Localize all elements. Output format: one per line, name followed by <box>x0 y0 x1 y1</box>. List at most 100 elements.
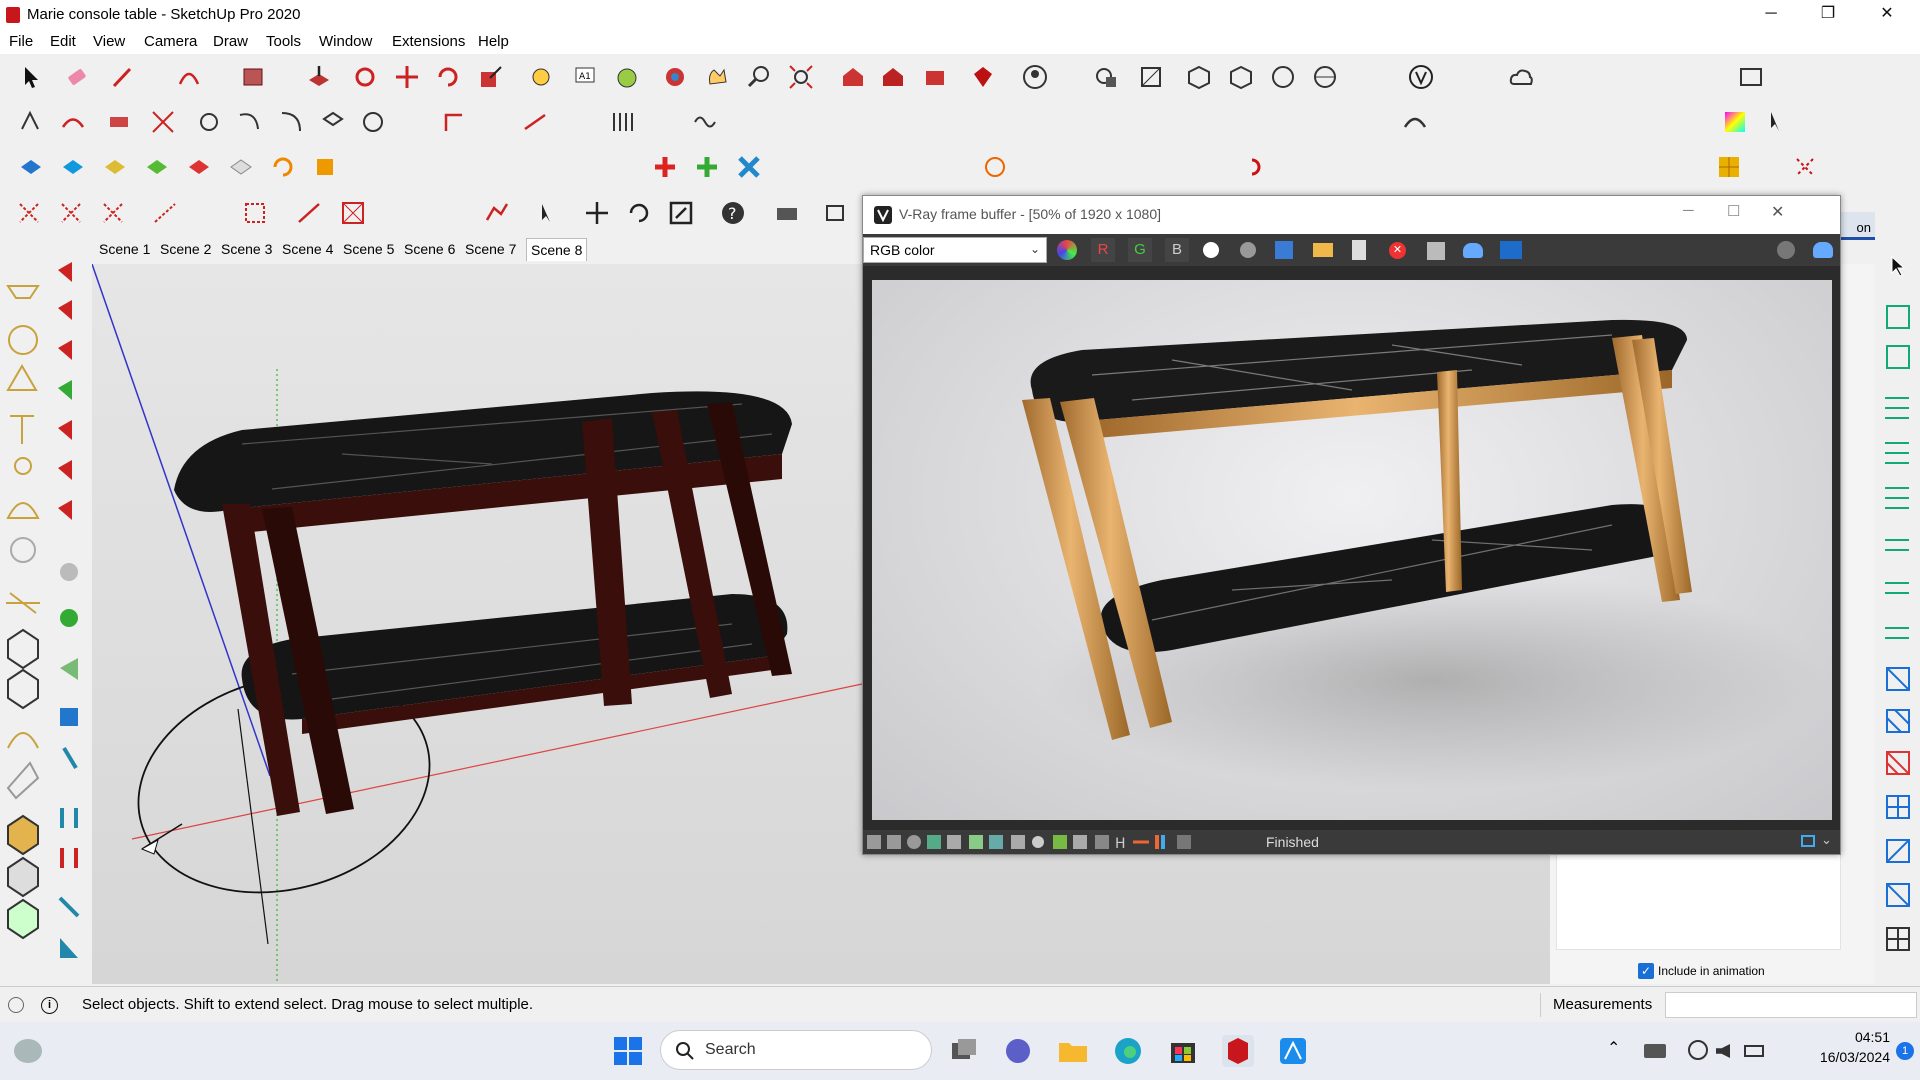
menu-tools[interactable]: Tools <box>266 33 301 50</box>
line-offset-icon[interactable] <box>522 109 548 135</box>
blue-channel-button[interactable]: B <box>1165 238 1189 262</box>
warehouse-icon[interactable] <box>840 64 866 90</box>
menu-camera[interactable]: Camera <box>144 33 197 50</box>
red-undo-icon[interactable] <box>1244 154 1270 180</box>
gear-shape-icon[interactable] <box>196 109 222 135</box>
geo-location-icon[interactable] <box>8 997 24 1013</box>
ms-store-icon[interactable] <box>1167 1035 1199 1067</box>
extension-warehouse-icon[interactable] <box>922 64 948 90</box>
tab-scene-3[interactable]: Scene 3 <box>221 241 272 257</box>
tab-scene-8[interactable]: Scene 8 <box>526 238 588 261</box>
split-tool-icon[interactable] <box>150 109 176 135</box>
tab-scene-2[interactable]: Scene 2 <box>160 241 211 257</box>
blue-x-icon[interactable] <box>736 154 762 180</box>
menu-help[interactable]: Help <box>478 33 509 50</box>
green-channel-button[interactable]: G <box>1128 238 1152 262</box>
grid-tool-icon[interactable] <box>610 109 636 135</box>
zoom-tool-icon[interactable] <box>746 64 772 90</box>
blue-app-icon[interactable] <box>1277 1035 1309 1067</box>
start-render-icon[interactable] <box>1813 242 1833 258</box>
dash-x2-icon[interactable] <box>58 200 84 226</box>
tray-tab[interactable]: on <box>1836 212 1875 240</box>
curve-bend-icon[interactable] <box>1402 109 1428 135</box>
refresh-icon[interactable] <box>626 200 652 226</box>
surface-tool-icon[interactable] <box>106 109 132 135</box>
yellow-grid-icon[interactable] <box>1716 154 1742 180</box>
vfb-expand-icon[interactable]: ⌄ <box>1821 832 1832 848</box>
include-animation-checkbox[interactable]: ✓ <box>1638 963 1654 979</box>
dash-x3-icon[interactable] <box>100 200 126 226</box>
share-model-icon[interactable] <box>880 64 906 90</box>
red-plus-icon[interactable] <box>652 154 678 180</box>
orange-box-icon[interactable] <box>312 154 338 180</box>
text-tool-icon[interactable]: A1 <box>572 64 598 90</box>
view-front-icon[interactable] <box>1270 64 1296 90</box>
scale-tool-icon[interactable] <box>478 64 504 90</box>
vfb-window-icon[interactable] <box>1738 64 1764 90</box>
ruby-icon[interactable] <box>970 64 996 90</box>
red-dots-icon[interactable] <box>1792 154 1818 180</box>
tab-scene-5[interactable]: Scene 5 <box>343 241 394 257</box>
menu-file[interactable]: File <box>9 33 33 50</box>
chevron-up-icon[interactable]: ⌃ <box>1607 1038 1620 1058</box>
view-iso-icon[interactable] <box>1186 64 1212 90</box>
volume-icon[interactable] <box>1716 1044 1730 1058</box>
section-plane-icon[interactable] <box>1138 64 1164 90</box>
path-tool-icon[interactable] <box>484 200 510 226</box>
vfb-close-button[interactable]: ✕ <box>1771 202 1784 222</box>
dotted-rect-icon[interactable] <box>242 200 268 226</box>
info-icon[interactable]: i <box>41 997 58 1014</box>
vray-logo-icon[interactable] <box>1408 64 1434 90</box>
push-pull-tool-icon[interactable] <box>306 64 332 90</box>
plugin-tool-icon[interactable] <box>18 109 44 135</box>
arc-tool-icon[interactable] <box>176 64 202 90</box>
tape-measure-icon[interactable] <box>528 64 554 90</box>
move-arrows-icon[interactable] <box>584 200 610 226</box>
color-corrections-icon[interactable] <box>1057 240 1077 260</box>
grey-display-icon[interactable] <box>1240 242 1256 258</box>
curve-tool-icon[interactable] <box>60 109 86 135</box>
post-effects-icon[interactable] <box>1500 241 1522 259</box>
view-right-icon[interactable] <box>1312 64 1338 90</box>
tab-scene-4[interactable]: Scene 4 <box>282 241 333 257</box>
cloud-render-icon[interactable] <box>1508 64 1534 90</box>
box-x-icon[interactable] <box>340 200 366 226</box>
vfb-maximize-button[interactable]: ☐ <box>1727 202 1740 220</box>
green-shape-icon[interactable] <box>144 154 170 180</box>
render-teapot-icon[interactable] <box>1463 243 1483 258</box>
layers-icon[interactable] <box>824 200 850 226</box>
cyan-shape-icon[interactable] <box>60 154 86 180</box>
wave-tool-icon[interactable] <box>692 109 718 135</box>
stop-render-icon[interactable] <box>1777 241 1795 259</box>
round-corner-icon[interactable] <box>236 109 262 135</box>
orange-arc-icon[interactable] <box>270 154 296 180</box>
white-shape-icon[interactable] <box>228 154 254 180</box>
help-icon[interactable]: ? <box>720 200 746 226</box>
diagonal-icon[interactable] <box>296 200 322 226</box>
compass-icon[interactable] <box>982 154 1008 180</box>
taskbar-search[interactable]: Search <box>660 1030 932 1070</box>
sketchup-taskbar-icon[interactable] <box>1222 1035 1254 1067</box>
channel-select[interactable]: RGB color ⌄ <box>863 237 1047 263</box>
vfb-fit-icon[interactable] <box>1801 835 1815 847</box>
region-render-icon[interactable] <box>1427 242 1445 260</box>
task-view-icon[interactable] <box>948 1035 980 1067</box>
tab-scene-1[interactable]: Scene 1 <box>99 241 150 257</box>
menu-view[interactable]: View <box>93 33 125 50</box>
clipboard-icon[interactable] <box>1352 240 1366 260</box>
clear-image-icon[interactable]: ✕ <box>1389 242 1406 259</box>
red-channel-button[interactable]: R <box>1091 238 1115 262</box>
restore-button[interactable]: ❐ <box>1805 0 1851 30</box>
vfb-minimize-button[interactable]: ─ <box>1683 202 1694 219</box>
windows-start-icon[interactable] <box>612 1035 644 1067</box>
sphere-icon[interactable] <box>360 109 386 135</box>
green-plus-icon[interactable] <box>694 154 720 180</box>
fillet-icon[interactable] <box>278 109 304 135</box>
teams-chat-icon[interactable] <box>1002 1035 1034 1067</box>
clock-date[interactable]: 16/03/2024 <box>1788 1049 1890 1065</box>
rectangle-tool-icon[interactable] <box>240 64 266 90</box>
scale-box-icon[interactable] <box>668 200 694 226</box>
onedrive-icon[interactable] <box>1644 1044 1666 1058</box>
view-top-icon[interactable] <box>1228 64 1254 90</box>
file-explorer-icon[interactable] <box>1057 1035 1089 1067</box>
